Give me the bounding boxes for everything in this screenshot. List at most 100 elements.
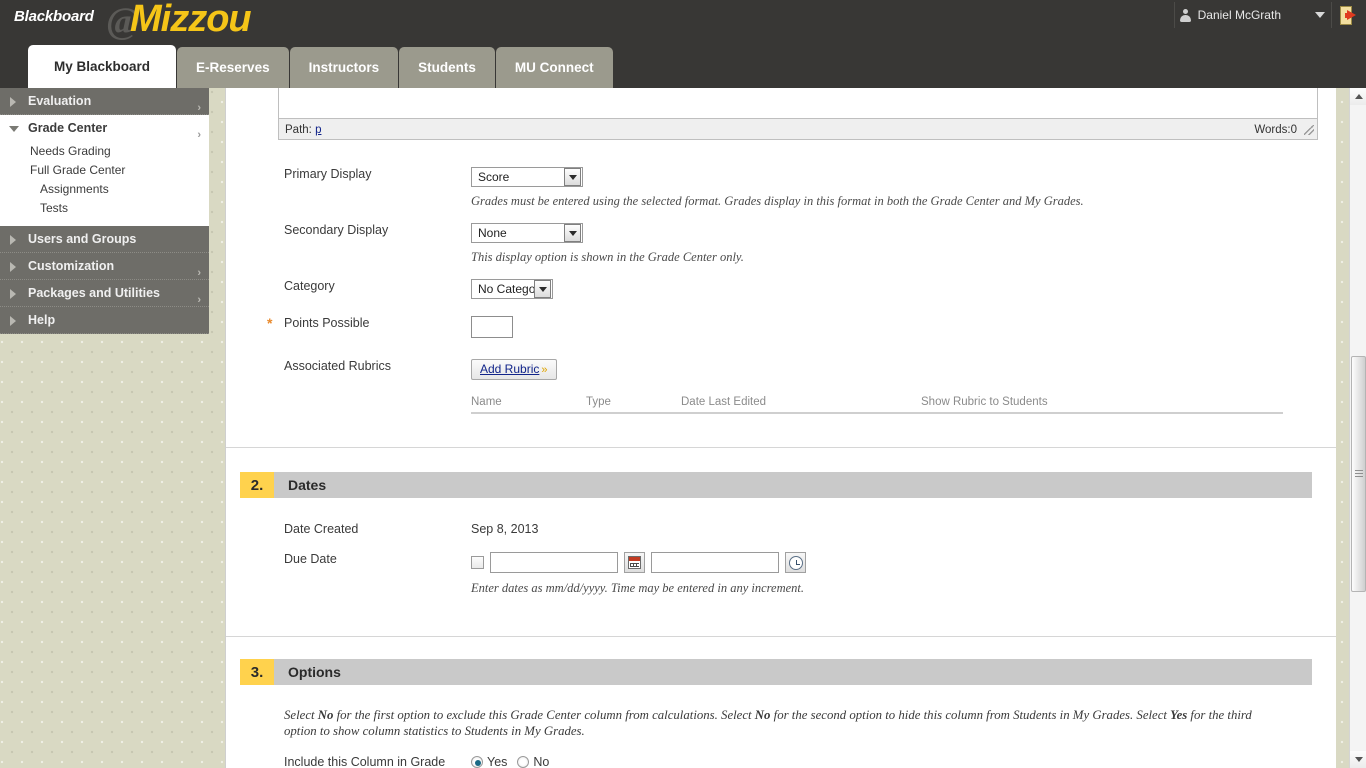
course-menu-item-grade-center[interactable]: Grade Center › bbox=[0, 115, 209, 142]
submenu-item-tests[interactable]: Tests bbox=[0, 199, 209, 218]
word-count-label: Words:0 bbox=[1254, 124, 1297, 136]
text-editor-footer: Path: p Words:0 bbox=[278, 88, 1318, 140]
primary-display-hint: Grades must be entered using the selecte… bbox=[471, 194, 1084, 208]
field-secondary-display: Secondary Display None This display opti… bbox=[226, 223, 1336, 279]
primary-display-value: Score bbox=[478, 170, 510, 184]
include-column-label-line1: Include this Column in Grade bbox=[284, 755, 446, 768]
tab-instructors[interactable]: Instructors bbox=[289, 47, 399, 88]
scrollbar-thumb[interactable] bbox=[1351, 356, 1366, 592]
include-calculations-radio-yes[interactable] bbox=[471, 756, 483, 768]
chevron-down-icon[interactable] bbox=[564, 168, 581, 186]
course-menu-label: Users and Groups bbox=[28, 232, 137, 246]
path-label: Path: bbox=[285, 124, 312, 136]
user-name-label: Daniel McGrath bbox=[1197, 8, 1281, 22]
text-editor-body[interactable] bbox=[278, 88, 1318, 118]
required-field-icon: * bbox=[267, 315, 273, 331]
path-value-link[interactable]: p bbox=[315, 124, 321, 136]
main-content-panel: Path: p Words:0 Primary Display Score Gr… bbox=[225, 88, 1336, 768]
course-menu-item-help[interactable]: Help bbox=[0, 307, 209, 334]
options-note-bold-1: No bbox=[317, 708, 334, 722]
radio-label-yes: Yes bbox=[487, 755, 508, 768]
section-title-options: Options bbox=[288, 664, 341, 680]
due-date-input[interactable] bbox=[490, 552, 618, 573]
triangle-right-icon bbox=[10, 316, 16, 326]
section-header-options: 3. Options bbox=[240, 659, 1312, 685]
clock-icon[interactable] bbox=[785, 552, 806, 573]
field-include-in-calculations: Include this Column in Grade Center Calc… bbox=[226, 755, 1336, 768]
logout-icon[interactable] bbox=[1340, 5, 1360, 25]
course-menu-label: Help bbox=[28, 313, 56, 327]
primary-tab-bar: My Blackboard E-Reserves Instructors Stu… bbox=[28, 45, 614, 96]
date-created-label: Date Created bbox=[284, 522, 359, 536]
section-number-dates: 2. bbox=[240, 472, 274, 498]
chevron-down-icon[interactable] bbox=[1315, 12, 1325, 18]
chevron-down-icon[interactable] bbox=[534, 280, 551, 298]
course-menu-item-packages-and-utilities[interactable]: Packages and Utilities › bbox=[0, 280, 209, 307]
add-rubric-label: Add Rubric bbox=[480, 362, 540, 376]
section-divider bbox=[226, 447, 1336, 448]
scrollbar-grip-icon bbox=[1355, 470, 1363, 478]
calendar-icon[interactable] bbox=[624, 552, 645, 573]
tab-mu-connect[interactable]: MU Connect bbox=[495, 47, 613, 88]
options-note-part-1: Select bbox=[284, 708, 318, 722]
submenu-item-needs-grading[interactable]: Needs Grading bbox=[0, 142, 209, 161]
tab-students[interactable]: Students bbox=[399, 47, 495, 88]
options-note-bold-2: No bbox=[754, 708, 771, 722]
application-window: Blackboard @ Mizzou Daniel McGrath My Bl… bbox=[0, 0, 1366, 768]
due-date-label: Due Date bbox=[284, 552, 337, 566]
add-rubric-button[interactable]: Add Rubric» bbox=[471, 359, 557, 380]
points-possible-label-wrap: * Points Possible bbox=[267, 316, 469, 330]
chevron-down-icon[interactable] bbox=[564, 224, 581, 242]
logo-blackboard-text: Blackboard bbox=[14, 8, 94, 25]
course-menu-label: Evaluation bbox=[28, 94, 92, 108]
submenu-item-full-grade-center[interactable]: Full Grade Center bbox=[0, 161, 209, 180]
points-possible-label: Points Possible bbox=[284, 316, 370, 330]
submenu-item-assignments[interactable]: Assignments bbox=[0, 180, 209, 199]
course-menu-item-users-and-groups[interactable]: Users and Groups bbox=[0, 226, 209, 253]
chevron-right-icon[interactable]: › bbox=[197, 122, 201, 149]
secondary-display-select[interactable]: None bbox=[471, 223, 583, 243]
triangle-right-icon bbox=[10, 235, 16, 245]
field-associated-rubrics: Associated Rubrics Add Rubric» Name Type… bbox=[226, 359, 1336, 414]
due-date-hint: Enter dates as mm/dd/yyyy. Time may be e… bbox=[471, 581, 805, 595]
logo-mizzou-text: Mizzou bbox=[130, 0, 252, 40]
course-menu-item-customization[interactable]: Customization › bbox=[0, 253, 209, 280]
course-menu-label: Customization bbox=[28, 259, 115, 273]
category-label: Category bbox=[284, 279, 335, 293]
due-time-input[interactable] bbox=[651, 552, 779, 573]
user-menu-button[interactable]: Daniel McGrath bbox=[1173, 2, 1332, 28]
global-header: Blackboard @ Mizzou Daniel McGrath My Bl… bbox=[0, 0, 1366, 96]
category-select[interactable]: No Category bbox=[471, 279, 553, 299]
options-note-part-2: for the first option to exclude this Gra… bbox=[333, 708, 755, 722]
logout-arrow-head bbox=[1347, 9, 1356, 20]
options-note-part-3: for the second option to hide this colum… bbox=[770, 708, 1171, 722]
tab-my-blackboard[interactable]: My Blackboard bbox=[28, 45, 177, 96]
section-header-dates: 2. Dates bbox=[240, 472, 1312, 498]
grade-center-submenu: Needs Grading Full Grade Center Assignme… bbox=[0, 142, 209, 226]
field-date-created: Date Created Sep 8, 2013 bbox=[226, 522, 1336, 552]
options-instructions: Select No for the first option to exclud… bbox=[284, 707, 1286, 739]
scroll-down-arrow-icon[interactable] bbox=[1350, 751, 1366, 768]
include-calculations-radio-no[interactable] bbox=[517, 756, 530, 768]
radio-label-no: No bbox=[533, 755, 550, 768]
course-menu: Evaluation › Grade Center › Needs Gradin… bbox=[0, 88, 209, 334]
due-date-enable-checkbox[interactable] bbox=[471, 556, 484, 569]
course-menu-item-evaluation[interactable]: Evaluation › bbox=[0, 88, 209, 115]
secondary-display-hint: This display option is shown in the Grad… bbox=[471, 250, 744, 264]
rubric-table-header: Name Type Date Last Edited Show Rubric t… bbox=[471, 396, 1283, 414]
date-created-value: Sep 8, 2013 bbox=[471, 522, 539, 536]
primary-display-select[interactable]: Score bbox=[471, 167, 583, 187]
person-icon bbox=[1179, 8, 1192, 22]
field-due-date: Due Date Enter dates as mm/dd/yyyy. Time… bbox=[226, 552, 1336, 596]
course-menu-label: Packages and Utilities bbox=[28, 286, 161, 300]
section-divider bbox=[226, 636, 1336, 637]
scroll-up-arrow-icon[interactable] bbox=[1350, 88, 1366, 105]
points-possible-input[interactable] bbox=[471, 316, 513, 338]
tab-e-reserves[interactable]: E-Reserves bbox=[177, 47, 289, 88]
include-column-label: Include this Column in Grade Center Calc… bbox=[284, 755, 469, 768]
blackboard-mizzou-logo[interactable]: Blackboard @ Mizzou bbox=[8, 0, 338, 46]
resize-grip-icon[interactable] bbox=[1304, 125, 1314, 135]
course-menu-label: Grade Center bbox=[28, 121, 108, 135]
rubric-col-show-rubric-to-students: Show Rubric to Students bbox=[921, 396, 1048, 408]
vertical-scrollbar[interactable] bbox=[1349, 88, 1366, 768]
